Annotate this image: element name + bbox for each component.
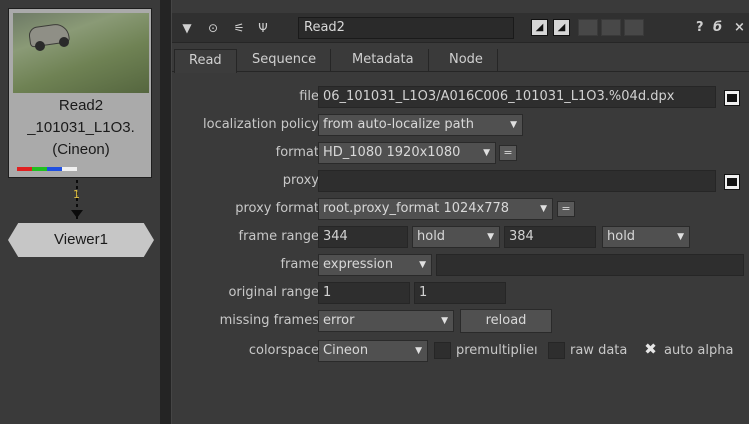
redo-button[interactable] xyxy=(601,19,621,36)
file-input[interactable]: 06_101031_L1O3/A016C006_101031_L1O3.%04d… xyxy=(318,86,716,108)
frame-range-label: frame range xyxy=(238,229,319,244)
read-node[interactable]: Read2 _101031_L1O3. (Cineon) xyxy=(8,8,152,178)
properties-titlebar: ▼ ⊙ ⚟ Ψ Read2 ◢ ◢ ? б × xyxy=(172,13,749,43)
original-range-first-input[interactable]: 1 xyxy=(318,282,410,304)
chevron-down-icon: ▼ xyxy=(419,260,426,270)
frame-range-after-value: hold xyxy=(607,229,636,244)
proxy-label: proxy xyxy=(282,173,319,188)
viewer-node[interactable]: Viewer1 xyxy=(8,223,154,257)
missing-frames-label: missing frames xyxy=(219,313,319,328)
read-node-name: Read2 xyxy=(58,97,104,114)
chevron-down-icon: ▼ xyxy=(483,148,490,158)
frame-range-last-input[interactable]: 384 xyxy=(504,226,596,248)
premultiplied-label: premultiplieı xyxy=(456,343,538,358)
close-icon[interactable]: × xyxy=(734,17,745,39)
tile-color-button[interactable]: ◢ xyxy=(531,19,548,36)
chevron-down-icon: ▼ xyxy=(415,346,422,356)
viewer-node-name: Viewer1 xyxy=(54,231,108,248)
frame-range-before-value: hold xyxy=(417,229,446,244)
missing-frames-dropdown[interactable]: error ▼ xyxy=(318,310,454,332)
collapse-triangle-icon[interactable]: ▼ xyxy=(176,17,198,39)
proxy-format-dropdown[interactable]: root.proxy_format 1024x778 ▼ xyxy=(318,198,553,220)
float-panel-icon[interactable]: Ψ xyxy=(252,17,274,39)
read-node-colorspace: (Cineon) xyxy=(52,141,110,158)
channel-alpha xyxy=(62,167,77,171)
gl-color-button[interactable]: ◢ xyxy=(553,19,570,36)
panel-divider[interactable] xyxy=(160,0,172,424)
frame-label: frame xyxy=(280,257,319,272)
proxy-format-edit-button[interactable]: = xyxy=(557,201,575,217)
channel-blue xyxy=(47,167,62,171)
raw-data-label: raw data xyxy=(570,343,628,358)
tab-metadata[interactable]: Metadata xyxy=(338,49,429,72)
frame-range-after-dropdown[interactable]: hold ▼ xyxy=(602,226,690,248)
node-graph[interactable]: Read2 _101031_L1O3. (Cineon) 1 Viewer1 xyxy=(0,0,160,424)
format-value: HD_1080 1920x1080 xyxy=(323,145,461,160)
colorspace-label: colorspace xyxy=(248,343,319,358)
help-icon[interactable]: ? xyxy=(696,17,704,39)
frame-input[interactable] xyxy=(436,254,744,276)
raw-data-checkbox[interactable] xyxy=(548,342,565,359)
localization-policy-value: from auto-localize path xyxy=(323,117,474,132)
original-range-last-input[interactable]: 1 xyxy=(414,282,506,304)
localization-policy-label: localization policy xyxy=(203,117,319,132)
revert-button[interactable] xyxy=(624,19,644,36)
channel-red xyxy=(17,167,32,171)
format-dropdown[interactable]: HD_1080 1920x1080 ▼ xyxy=(318,142,496,164)
frame-range-before-dropdown[interactable]: hold ▼ xyxy=(412,226,500,248)
channel-indicator xyxy=(17,167,77,171)
format-label: format xyxy=(275,145,319,160)
format-edit-button[interactable]: = xyxy=(499,145,517,161)
auto-alpha-label: auto alpha xyxy=(664,343,734,358)
tab-bar: Read Sequence Metadata Node xyxy=(172,46,749,73)
center-node-icon[interactable]: ⊙ xyxy=(202,17,224,39)
pipe-arrow-icon xyxy=(71,210,83,218)
wheel-shape xyxy=(35,41,45,51)
tab-node[interactable]: Node xyxy=(435,49,498,72)
original-range-label: original range xyxy=(228,285,319,300)
float-icon[interactable]: б xyxy=(713,17,722,39)
tab-sequence[interactable]: Sequence xyxy=(238,49,332,72)
channel-green xyxy=(32,167,47,171)
node-color-icon[interactable]: ⚟ xyxy=(228,17,250,39)
wheel-shape xyxy=(59,37,69,47)
chevron-down-icon: ▼ xyxy=(441,316,448,326)
colorspace-value: Cineon xyxy=(323,343,369,358)
proxy-input[interactable] xyxy=(318,170,716,192)
chevron-down-icon: ▼ xyxy=(540,204,547,214)
premultiplied-checkbox[interactable] xyxy=(434,342,451,359)
chevron-down-icon: ▼ xyxy=(510,120,517,130)
properties-panel: ▼ ⊙ ⚟ Ψ Read2 ◢ ◢ ? б × Read Sequence Me… xyxy=(172,0,749,424)
node-name-field[interactable]: Read2 xyxy=(298,17,514,39)
localization-policy-dropdown[interactable]: from auto-localize path ▼ xyxy=(318,114,523,136)
frame-mode-value: expression xyxy=(323,257,394,272)
chevron-down-icon: ▼ xyxy=(677,232,684,242)
file-label: file xyxy=(299,89,319,104)
read-node-thumbnail xyxy=(13,13,149,93)
reload-button[interactable]: reload xyxy=(460,309,552,333)
read-node-file: _101031_L1O3. xyxy=(27,119,135,136)
tab-read[interactable]: Read xyxy=(174,49,237,73)
proxy-format-label: proxy format xyxy=(235,201,319,216)
proxy-browse-folder-icon[interactable] xyxy=(724,174,740,190)
colorspace-dropdown[interactable]: Cineon ▼ xyxy=(318,340,428,362)
auto-alpha-checkbox[interactable]: ✖ xyxy=(642,342,659,359)
proxy-format-value: root.proxy_format 1024x778 xyxy=(323,201,510,216)
undo-button[interactable] xyxy=(578,19,598,36)
chevron-down-icon: ▼ xyxy=(487,232,494,242)
frame-mode-dropdown[interactable]: expression ▼ xyxy=(318,254,432,276)
file-browse-folder-icon[interactable] xyxy=(724,90,740,106)
frame-range-first-input[interactable]: 344 xyxy=(318,226,408,248)
pipe-input-number: 1 xyxy=(73,188,80,201)
missing-frames-value: error xyxy=(323,313,355,328)
